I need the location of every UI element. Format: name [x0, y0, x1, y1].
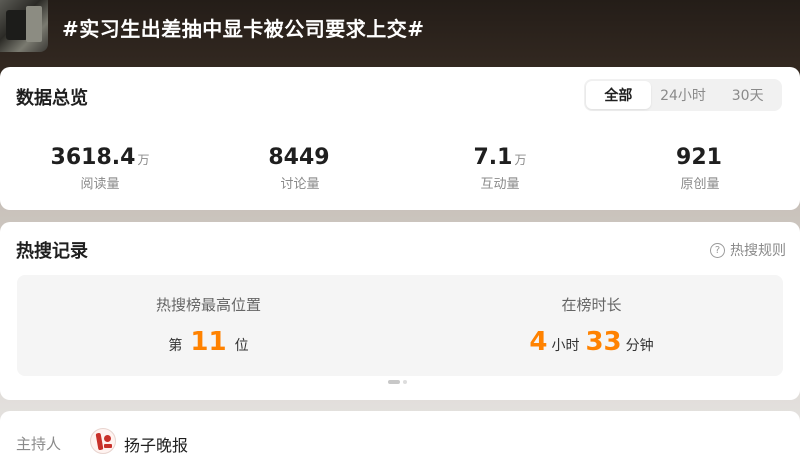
- stat-unit: 万: [137, 153, 150, 167]
- position-value: 11: [190, 327, 227, 357]
- carousel-indicator[interactable]: [388, 380, 407, 384]
- highest-position-label: 热搜榜最高位置: [155, 296, 261, 314]
- hot-search-panel[interactable]: 热搜榜最高位置 第 11 位 在榜时长 4 小时 33 分钟: [17, 275, 783, 376]
- duration-label: 在榜时长: [561, 296, 622, 314]
- stat-discussions: 8449 讨论量: [200, 145, 400, 195]
- topic-header: #实习生出差抽中显卡被公司要求上交#: [0, 0, 800, 62]
- host-name[interactable]: 扬子晚报: [124, 432, 188, 456]
- duration-hours-unit: 小时: [551, 338, 580, 354]
- time-range-selector: 全部 24小时 30天: [584, 79, 782, 111]
- position-suffix: 位: [234, 338, 249, 354]
- hot-search-card: 热搜记录 ? 热搜规则 热搜榜最高位置 第 11 位 在榜时长 4 小时 33 …: [0, 222, 800, 400]
- tab-30d[interactable]: 30天: [715, 81, 780, 109]
- stat-label: 原创量: [680, 177, 720, 192]
- topic-title: #实习生出差抽中显卡被公司要求上交#: [62, 17, 425, 41]
- stat-label: 阅读量: [80, 177, 120, 192]
- rules-link-label: 热搜规则: [730, 243, 786, 259]
- question-icon: ?: [710, 242, 725, 258]
- stat-originals: 921 原创量: [600, 145, 800, 195]
- host-card: 主持人 扬子晚报: [0, 411, 800, 461]
- tab-all[interactable]: 全部: [586, 81, 651, 109]
- tab-24h[interactable]: 24小时: [651, 81, 716, 109]
- stats-row: 3618.4 万 阅读量 8449 讨论量 7.1 万 互动量 921 原创量: [0, 145, 800, 195]
- thumbnail-object: [26, 6, 42, 42]
- host-label: 主持人: [16, 435, 62, 453]
- stat-reads: 3618.4 万 阅读量: [0, 145, 200, 195]
- overview-card: 数据总览 全部 24小时 30天 3618.4 万 阅读量 8449 讨论量 7…: [0, 67, 800, 210]
- logo-mark: [95, 432, 104, 451]
- pager-dot-active: [388, 380, 400, 384]
- thumbnail-object: [6, 10, 28, 40]
- stat-value: 8449: [268, 145, 330, 170]
- duration-minutes: 33: [585, 327, 622, 357]
- duration-hours: 4: [529, 327, 548, 357]
- stat-value: 921: [676, 145, 722, 170]
- hot-search-rules-link[interactable]: ? 热搜规则: [710, 240, 786, 260]
- duration-minutes-unit: 分钟: [625, 338, 654, 354]
- stat-label: 讨论量: [280, 177, 320, 192]
- host-avatar[interactable]: [90, 428, 116, 454]
- stat-unit: 万: [514, 153, 527, 167]
- hot-search-title: 热搜记录: [16, 241, 88, 262]
- stat-value: 3618.4: [50, 145, 136, 170]
- stat-interactions: 7.1 万 互动量: [400, 145, 600, 195]
- highest-position: 热搜榜最高位置 第 11 位: [17, 275, 400, 376]
- on-list-duration: 在榜时长 4 小时 33 分钟: [400, 275, 783, 376]
- logo-mark: [104, 435, 111, 442]
- stat-label: 互动量: [480, 177, 520, 192]
- stat-value: 7.1: [473, 145, 513, 170]
- topic-thumbnail[interactable]: [0, 0, 48, 52]
- position-prefix: 第: [168, 338, 183, 354]
- overview-title: 数据总览: [16, 88, 88, 109]
- logo-mark: [104, 444, 112, 448]
- pager-dot: [403, 380, 407, 384]
